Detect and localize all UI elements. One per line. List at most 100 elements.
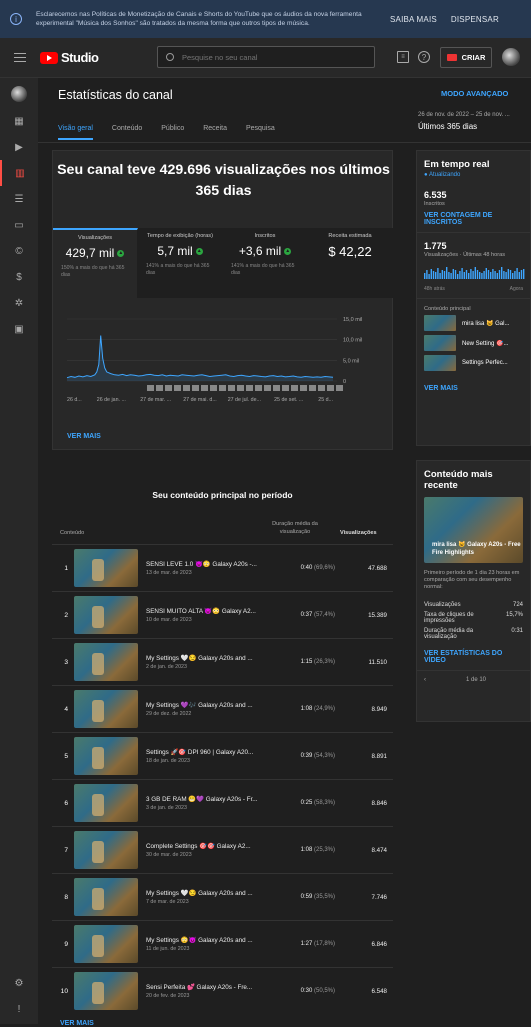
video-title[interactable]: Settings 🚀🎯 DPI 960 | Galaxy A20... — [146, 748, 271, 756]
video-thumbnail[interactable] — [74, 596, 138, 634]
search-box[interactable] — [157, 46, 375, 68]
dashboard-icon[interactable]: ▦ — [0, 108, 38, 134]
table-row[interactable]: 6 3 GB DE RAM 😬💜 Galaxy A20s - Fr... 3 de … — [52, 779, 393, 826]
stat-label: Taxa de cliques de impressões — [424, 612, 474, 624]
table-row[interactable]: 5 Settings 🚀🎯 DPI 960 | Galaxy A20... 18 d… — [52, 732, 393, 779]
feedback-icon[interactable]: ! — [0, 996, 38, 1022]
tab-content[interactable]: Conteúdo — [112, 125, 142, 140]
table-row[interactable]: 7 Complete Settings 🎯🎯 Galaxy A2... 30 de … — [52, 826, 393, 873]
metric-revenue[interactable]: Receita estimada $ 42,22 — [308, 228, 393, 298]
comments-icon[interactable]: ☰ — [0, 186, 38, 212]
upload-marker[interactable] — [210, 385, 217, 391]
channel-avatar[interactable] — [11, 86, 27, 102]
video-title[interactable]: 3 GB DE RAM 😬💜 Galaxy A20s - Fr... — [146, 795, 271, 803]
search-input[interactable] — [182, 52, 362, 62]
earn-icon[interactable]: $ — [0, 264, 38, 290]
advanced-mode-button[interactable]: MODO AVANÇADO — [441, 89, 508, 98]
upload-marker[interactable] — [282, 385, 289, 391]
upload-marker[interactable] — [201, 385, 208, 391]
video-date: 18 de jan. de 2023 — [146, 758, 190, 764]
tab-audience[interactable]: Público — [161, 125, 184, 140]
upload-marker[interactable] — [246, 385, 253, 391]
upload-marker[interactable] — [264, 385, 271, 391]
customization-icon[interactable]: ✲ — [0, 290, 38, 316]
video-title[interactable]: Sensi Perfeita 💕 Galaxy A20s - Fre... — [146, 983, 271, 991]
prev-icon[interactable]: ‹ — [424, 677, 426, 683]
content-icon[interactable]: ▶ — [0, 134, 38, 160]
video-thumbnail[interactable] — [74, 925, 138, 963]
upload-marker[interactable] — [174, 385, 181, 391]
realtime-see-more[interactable]: VER MAIS — [417, 385, 530, 392]
realtime-item[interactable]: New Setting 🎯... — [417, 333, 530, 353]
metric-watch-time[interactable]: Tempo de exibição (horas) 5,7 mil ▲ 141% … — [138, 228, 223, 298]
upload-marker[interactable] — [147, 385, 154, 391]
video-thumbnail[interactable] — [74, 690, 138, 728]
video-title[interactable]: My Settings 😳😈 Galaxy A20s and ... — [146, 936, 271, 944]
table-row[interactable]: 1 SENSI LEVE 1.0 😈😳 Galaxy A20s -... 13 de… — [52, 544, 393, 591]
tab-revenue[interactable]: Receita — [203, 125, 227, 140]
view-count: 6.846 — [371, 940, 387, 948]
latest-video-thumbnail[interactable]: mira lisa 😺 Galaxy A20s - Free Fire High… — [424, 497, 523, 563]
video-thumbnail[interactable] — [74, 643, 138, 681]
table-row[interactable]: 3 My Settings 🤍😏 Galaxy A20s and ... 2 de … — [52, 638, 393, 685]
metric-views[interactable]: Visualizações 429,7 mil ▲ 150% a mais do … — [53, 228, 138, 298]
learn-more-button[interactable]: SAIBA MAIS — [390, 15, 437, 24]
table-row[interactable]: 10 Sensi Perfeita 💕 Galaxy A20s - Fre... 2… — [52, 967, 393, 1014]
tab-research[interactable]: Pesquisa — [246, 125, 275, 140]
upload-marker[interactable] — [219, 385, 226, 391]
studio-logo[interactable]: Studio — [40, 50, 99, 65]
audio-library-icon[interactable]: ▣ — [0, 316, 38, 342]
upload-marker[interactable] — [237, 385, 244, 391]
table-row[interactable]: 4 My Settings 💜🎶 Galaxy A20s and ... 29 de… — [52, 685, 393, 732]
video-title[interactable]: My Settings 🤍😏 Galaxy A20s and ... — [146, 654, 271, 662]
menu-icon[interactable] — [14, 50, 26, 65]
dismiss-button[interactable]: DISPENSAR — [451, 15, 499, 24]
realtime-item[interactable]: mira lisa 😺 Gal... — [417, 313, 530, 333]
upload-marker[interactable] — [255, 385, 262, 391]
upload-marker[interactable] — [300, 385, 307, 391]
upload-marker[interactable] — [309, 385, 316, 391]
video-thumbnail[interactable] — [74, 878, 138, 916]
account-avatar[interactable] — [502, 48, 520, 66]
settings-icon[interactable]: ⚙ — [0, 970, 38, 996]
upload-marker[interactable] — [228, 385, 235, 391]
copyright-icon[interactable]: © — [0, 238, 38, 264]
realtime-bar — [492, 269, 494, 279]
upload-marker[interactable] — [183, 385, 190, 391]
upload-marker[interactable] — [165, 385, 172, 391]
upload-marker[interactable] — [291, 385, 298, 391]
create-button[interactable]: CRIAR — [440, 47, 492, 68]
upload-marker[interactable] — [336, 385, 343, 391]
realtime-bar — [465, 270, 468, 279]
upload-marker[interactable] — [156, 385, 163, 391]
video-title[interactable]: My Settings 💜🎶 Galaxy A20s and ... — [146, 701, 271, 709]
video-thumbnail[interactable] — [74, 972, 138, 1010]
table-row[interactable]: 8 My Settings 🤍😏 Galaxy A20s and ... 7 de … — [52, 873, 393, 920]
upload-marker[interactable] — [192, 385, 199, 391]
date-selector[interactable]: Últimos 365 dias — [418, 122, 477, 131]
table-row[interactable]: 9 My Settings 😳😈 Galaxy A20s and ... 11 de… — [52, 920, 393, 967]
video-thumbnail[interactable] — [74, 737, 138, 775]
realtime-item[interactable]: Settings Perfec... — [417, 353, 530, 373]
upload-marker[interactable] — [318, 385, 325, 391]
subscriber-count-link[interactable]: VER CONTAGEM DE INSCRITOS — [417, 212, 530, 226]
see-more-link[interactable]: VER MAIS — [67, 433, 101, 440]
upload-marker[interactable] — [327, 385, 334, 391]
video-title[interactable]: Complete Settings 🎯🎯 Galaxy A2... — [146, 842, 271, 850]
video-title[interactable]: SENSI LEVE 1.0 😈😳 Galaxy A20s -... — [146, 560, 271, 568]
metric-subscribers[interactable]: Inscritos +3,6 mil ▲ 141% a mais do que h… — [223, 228, 308, 298]
video-thumbnail[interactable] — [74, 784, 138, 822]
date-range[interactable]: 26 de nov. de 2022 – 25 de nov. ... — [418, 112, 510, 118]
video-title[interactable]: My Settings 🤍😏 Galaxy A20s and ... — [146, 889, 271, 897]
message-icon[interactable]: ≡ — [397, 51, 409, 63]
video-thumbnail[interactable] — [74, 549, 138, 587]
tab-overview[interactable]: Visão geral — [58, 125, 93, 140]
video-thumbnail[interactable] — [74, 831, 138, 869]
help-icon[interactable]: ? — [418, 51, 430, 63]
video-title[interactable]: SENSI MUITO ALTA 😈😳 Galaxy A2... — [146, 607, 271, 615]
video-stats-link[interactable]: VER ESTATÍSTICAS DO VÍDEO — [417, 650, 530, 664]
table-row[interactable]: 2 SENSI MUITO ALTA 😈😳 Galaxy A2... 10 de m… — [52, 591, 393, 638]
upload-marker[interactable] — [273, 385, 280, 391]
subtitles-icon[interactable]: ▭ — [0, 212, 38, 238]
analytics-icon[interactable]: ▥ — [0, 160, 38, 186]
